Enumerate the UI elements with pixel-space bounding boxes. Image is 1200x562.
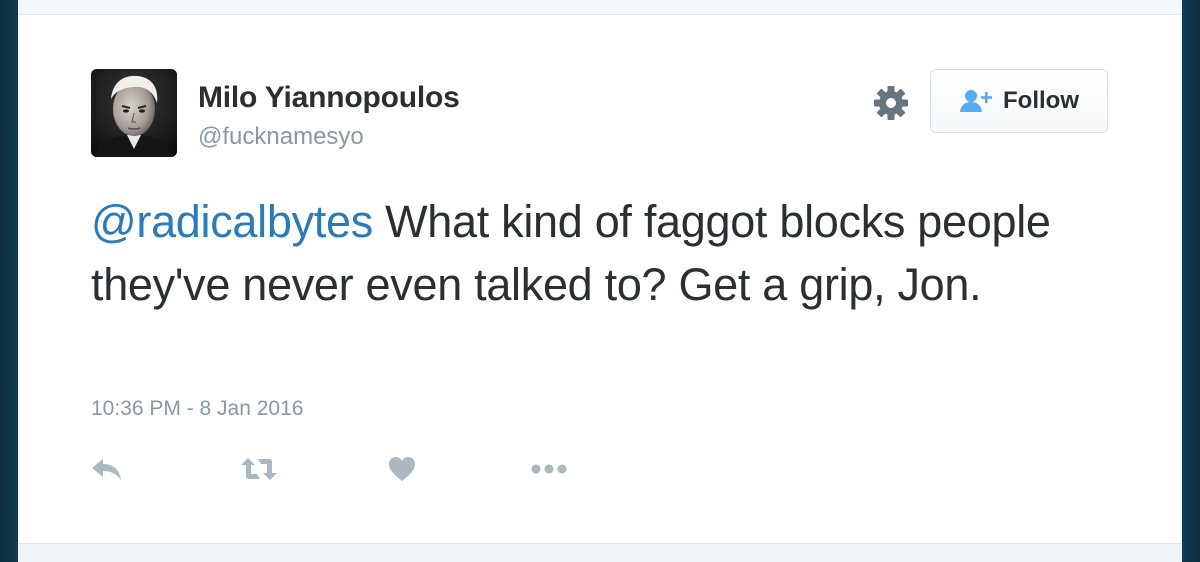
add-user-icon <box>960 90 992 112</box>
like-button[interactable] <box>388 453 416 485</box>
tweet-text: @radicalbytes What kind of faggot blocks… <box>91 190 1101 316</box>
mention-link[interactable]: @radicalbytes <box>91 196 373 247</box>
previous-item-edge <box>18 0 1182 15</box>
author-name[interactable]: Milo Yiannopoulos <box>198 81 460 115</box>
more-icon <box>531 464 567 474</box>
tweet-card: Milo Yiannopoulos @fucknamesyo Follow @r… <box>18 15 1182 543</box>
next-item-edge <box>18 543 1182 562</box>
reply-button[interactable] <box>90 453 124 485</box>
avatar[interactable] <box>91 69 177 157</box>
more-button[interactable] <box>530 453 568 485</box>
reply-icon <box>92 459 121 480</box>
tweet-timestamp[interactable]: 10:36 PM - 8 Jan 2016 <box>91 397 303 421</box>
follow-button[interactable]: Follow <box>930 69 1108 133</box>
gear-icon[interactable] <box>872 84 910 122</box>
heart-icon <box>389 457 415 481</box>
retweet-button[interactable] <box>240 453 278 485</box>
retweet-icon <box>241 458 277 480</box>
page-background: Milo Yiannopoulos @fucknamesyo Follow @r… <box>0 0 1200 562</box>
author-handle[interactable]: @fucknamesyo <box>198 123 364 151</box>
avatar-photo <box>91 69 177 157</box>
follow-button-label: Follow <box>1003 87 1079 114</box>
